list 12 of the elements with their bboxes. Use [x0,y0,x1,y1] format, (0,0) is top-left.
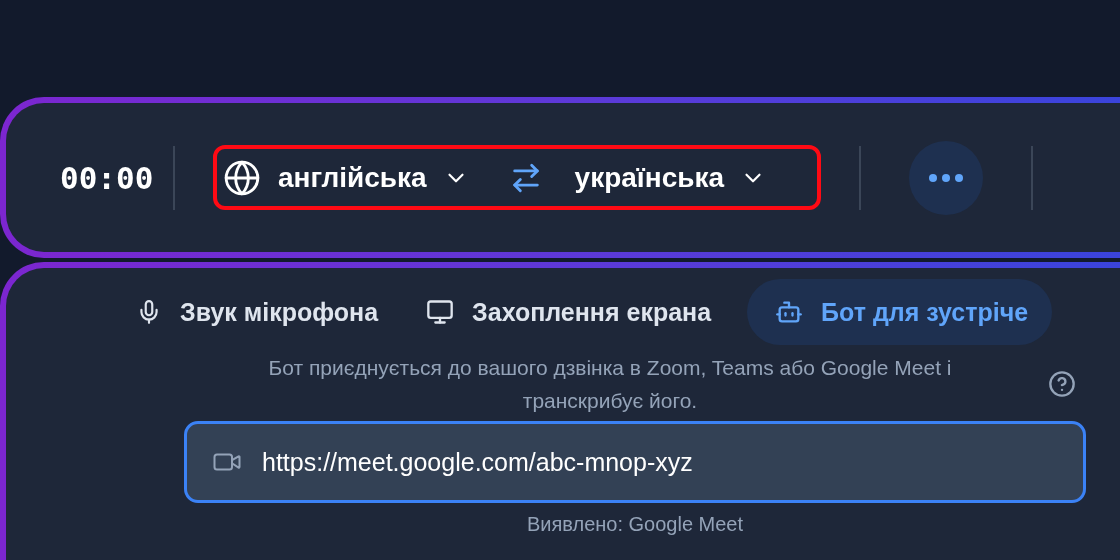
globe-icon [223,158,261,197]
help-icon[interactable] [1048,370,1076,398]
meeting-url-field[interactable]: https://meet.google.com/abc-mnop-xyz [184,421,1086,503]
detected-platform-text: Виявлено: Google Meet [526,513,744,536]
mode-tab[interactable]: Звук мікрофона [124,279,403,345]
source-language-dropdown[interactable]: англійська [278,161,469,194]
timer: 00:00 [60,159,155,196]
target-language-dropdown[interactable]: українська [574,161,767,194]
description-text: Бот приєднується до вашого дзвінка в Zoom, Teams або Google Meet і транскрибує його. [267,355,953,414]
monitor-icon [426,298,455,326]
mode-tab[interactable]: Бот для зустріче [747,279,1053,345]
mode-tab[interactable]: Захоплення екрана [414,279,736,345]
